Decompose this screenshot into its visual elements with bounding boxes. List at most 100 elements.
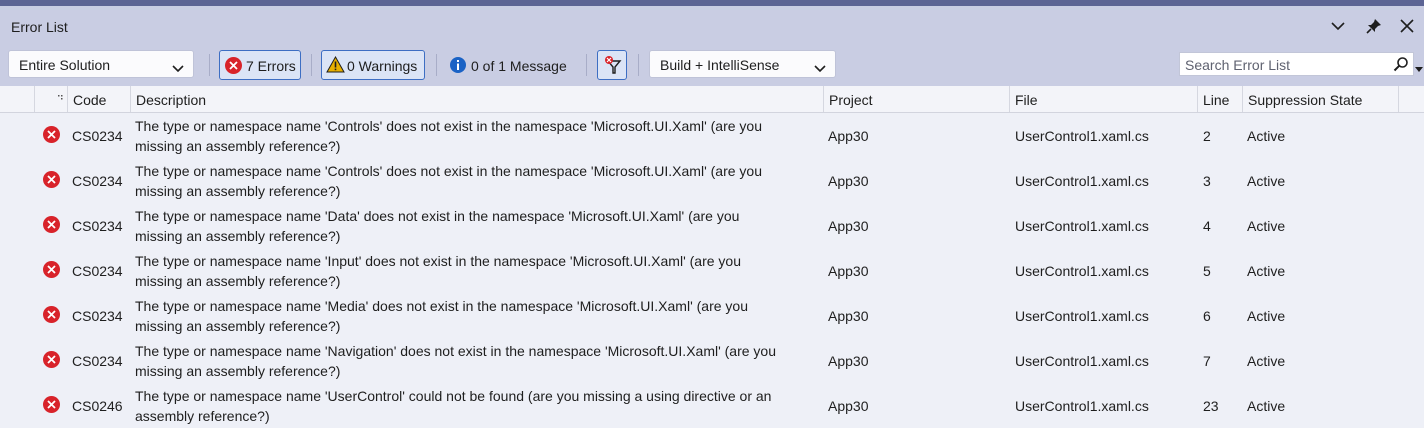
filter-toggle-button[interactable] bbox=[597, 50, 627, 80]
column-resize-grip-icon bbox=[55, 88, 63, 104]
row-description: The type or namespace name 'Data' does n… bbox=[135, 206, 820, 246]
toolbar-separator bbox=[209, 54, 210, 76]
warnings-filter-button[interactable]: 0 Warnings bbox=[321, 50, 425, 80]
scope-dropdown[interactable]: Entire Solution bbox=[8, 50, 194, 78]
table-row[interactable]: CS0234 The type or namespace name 'Input… bbox=[0, 248, 1424, 293]
search-placeholder: Search Error List bbox=[1185, 57, 1291, 73]
row-suppression-state: Active bbox=[1247, 128, 1286, 144]
row-description: The type or namespace name 'Media' does … bbox=[135, 296, 820, 336]
toolbar-separator bbox=[638, 54, 639, 76]
errors-count-label: 7 Errors bbox=[246, 58, 296, 74]
row-description-line-1: The type or namespace name 'Navigation' … bbox=[135, 343, 777, 359]
row-project: App30 bbox=[828, 308, 869, 324]
row-code: CS0234 bbox=[72, 173, 123, 189]
row-description: The type or namespace name 'UserControl'… bbox=[135, 386, 820, 426]
error-icon bbox=[43, 126, 60, 143]
row-file: UserControl1.xaml.cs bbox=[1015, 128, 1149, 144]
row-line: 2 bbox=[1203, 128, 1211, 144]
column-header-project-label: Project bbox=[829, 92, 873, 108]
scope-dropdown-label: Entire Solution bbox=[19, 57, 111, 73]
table-row[interactable]: CS0234 The type or namespace name 'Data'… bbox=[0, 203, 1424, 248]
chevron-down-icon bbox=[814, 60, 826, 76]
column-header-suppression-state[interactable]: Suppression State bbox=[1242, 86, 1398, 112]
row-description-line-2: assembly reference?) bbox=[135, 408, 270, 424]
close-icon[interactable] bbox=[1397, 16, 1417, 36]
table-row[interactable]: CS0234 The type or namespace name 'Contr… bbox=[0, 158, 1424, 203]
row-suppression-state: Active bbox=[1247, 263, 1286, 279]
row-file: UserControl1.xaml.cs bbox=[1015, 308, 1149, 324]
row-project: App30 bbox=[828, 398, 869, 414]
table-row[interactable]: CS0246 The type or namespace name 'UserC… bbox=[0, 383, 1424, 428]
pin-icon[interactable] bbox=[1364, 16, 1384, 36]
column-header-description-label: Description bbox=[136, 92, 207, 108]
row-description-line-1: The type or namespace name 'Input' does … bbox=[135, 253, 741, 269]
row-project: App30 bbox=[828, 128, 869, 144]
column-header-code-label: Code bbox=[73, 92, 107, 108]
window-menu-chevron-icon[interactable] bbox=[1328, 16, 1348, 36]
row-description-line-1: The type or namespace name 'Data' does n… bbox=[135, 208, 740, 224]
error-icon bbox=[43, 396, 60, 413]
row-project: App30 bbox=[828, 263, 869, 279]
row-description-line-1: The type or namespace name 'Controls' do… bbox=[135, 163, 762, 179]
row-project: App30 bbox=[828, 173, 869, 189]
row-description-line-1: The type or namespace name 'Media' does … bbox=[135, 298, 748, 314]
search-options-chevron-icon[interactable] bbox=[1415, 60, 1423, 76]
build-source-label: Build + IntelliSense bbox=[660, 57, 780, 73]
row-description-line-2: missing an assembly reference?) bbox=[135, 273, 341, 289]
search-icon[interactable] bbox=[1393, 56, 1409, 75]
build-source-dropdown[interactable]: Build + IntelliSense bbox=[649, 50, 836, 78]
messages-count-label: 0 of 1 Message bbox=[471, 58, 567, 74]
row-file: UserControl1.xaml.cs bbox=[1015, 263, 1149, 279]
row-line: 4 bbox=[1203, 218, 1211, 234]
filter-icon bbox=[603, 55, 623, 78]
column-selector[interactable] bbox=[34, 86, 67, 112]
warning-icon bbox=[326, 55, 345, 76]
row-code: CS0234 bbox=[72, 263, 123, 279]
toolbar-separator bbox=[586, 54, 587, 76]
row-description-line-2: missing an assembly reference?) bbox=[135, 183, 341, 199]
column-header-code[interactable]: Code bbox=[67, 86, 130, 112]
messages-filter-button[interactable]: 0 of 1 Message bbox=[450, 56, 580, 76]
row-description: The type or namespace name 'Controls' do… bbox=[135, 116, 820, 156]
row-project: App30 bbox=[828, 353, 869, 369]
row-file: UserControl1.xaml.cs bbox=[1015, 353, 1149, 369]
toolbar-separator bbox=[311, 54, 312, 76]
row-description-line-2: missing an assembly reference?) bbox=[135, 363, 341, 379]
toolbar-separator bbox=[436, 54, 437, 76]
tool-window-titlebar: Error List bbox=[0, 6, 1424, 44]
column-header-suppression-label: Suppression State bbox=[1248, 92, 1363, 108]
chevron-down-icon bbox=[172, 60, 184, 76]
column-header-filler bbox=[1398, 86, 1424, 112]
error-icon bbox=[43, 216, 60, 233]
row-code: CS0234 bbox=[72, 353, 123, 369]
row-line: 5 bbox=[1203, 263, 1211, 279]
column-header-line[interactable]: Line bbox=[1197, 86, 1242, 112]
row-description-line-2: missing an assembly reference?) bbox=[135, 318, 341, 334]
column-header-description[interactable]: Description bbox=[130, 86, 823, 112]
search-input[interactable]: Search Error List bbox=[1179, 52, 1414, 76]
row-file: UserControl1.xaml.cs bbox=[1015, 398, 1149, 414]
table-row[interactable]: CS0234 The type or namespace name 'Media… bbox=[0, 293, 1424, 338]
row-file: UserControl1.xaml.cs bbox=[1015, 218, 1149, 234]
row-suppression-state: Active bbox=[1247, 398, 1286, 414]
table-row[interactable]: CS0234 The type or namespace name 'Contr… bbox=[0, 113, 1424, 158]
table-row[interactable]: CS0234 The type or namespace name 'Navig… bbox=[0, 338, 1424, 383]
error-icon bbox=[225, 57, 242, 74]
error-icon bbox=[43, 351, 60, 368]
row-project: App30 bbox=[828, 218, 869, 234]
error-icon bbox=[43, 261, 60, 278]
error-icon bbox=[43, 171, 60, 188]
row-description: The type or namespace name 'Input' does … bbox=[135, 251, 820, 291]
row-code: CS0246 bbox=[72, 398, 123, 414]
errors-filter-button[interactable]: 7 Errors bbox=[219, 50, 301, 80]
row-suppression-state: Active bbox=[1247, 173, 1286, 189]
info-icon bbox=[450, 57, 466, 73]
column-header-file[interactable]: File bbox=[1009, 86, 1197, 112]
warnings-count-label: 0 Warnings bbox=[347, 58, 418, 74]
row-code: CS0234 bbox=[72, 218, 123, 234]
row-file: UserControl1.xaml.cs bbox=[1015, 173, 1149, 189]
column-header-project[interactable]: Project bbox=[823, 86, 1009, 112]
row-suppression-state: Active bbox=[1247, 218, 1286, 234]
row-line: 23 bbox=[1203, 398, 1219, 414]
row-suppression-state: Active bbox=[1247, 308, 1286, 324]
